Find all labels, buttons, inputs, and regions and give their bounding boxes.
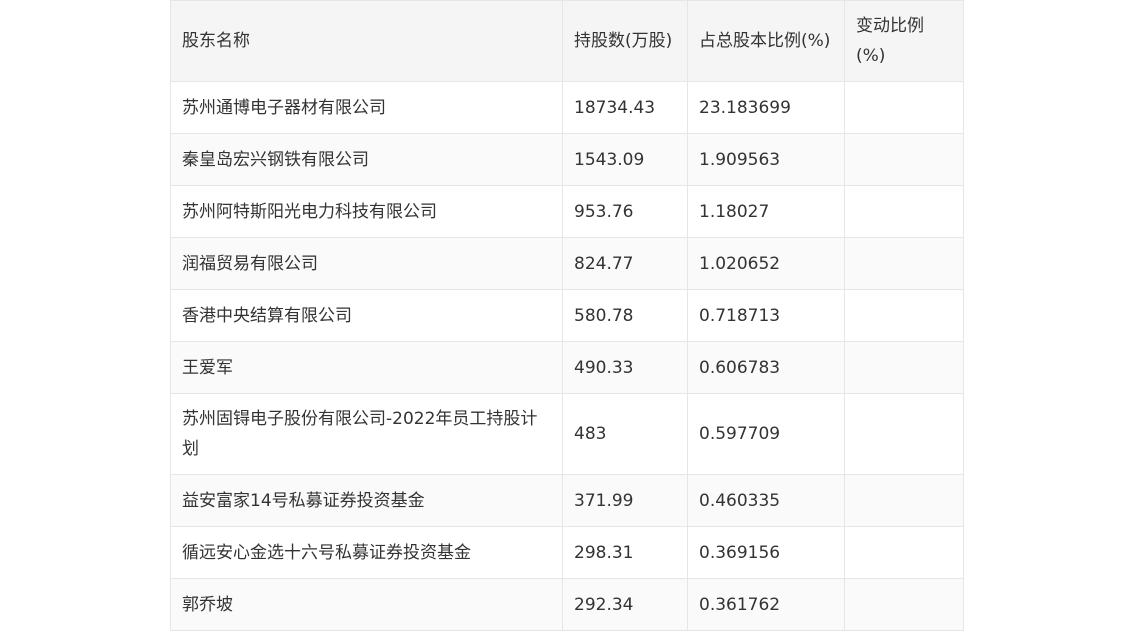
cell-shareholder-name: 香港中央结算有限公司: [170, 289, 563, 342]
header-share-ratio: 占总股本比例(%): [687, 0, 845, 82]
cell-shareholder-name: 苏州通博电子器材有限公司: [170, 81, 563, 134]
cell-change-ratio: [844, 393, 964, 475]
cell-share-ratio: 0.361762: [687, 578, 845, 631]
table-row: 王爱军 490.33 0.606783: [170, 341, 964, 394]
shareholder-table-container: 股东名称 持股数(万股) 占总股本比例(%) 变动比例(%) 苏州通博电子器材有…: [170, 0, 964, 631]
cell-shares-held: 298.31: [562, 526, 688, 579]
table-row: 益安富家14号私募证券投资基金 371.99 0.460335: [170, 474, 964, 527]
cell-share-ratio: 0.606783: [687, 341, 845, 394]
cell-share-ratio: 0.460335: [687, 474, 845, 527]
cell-shares-held: 824.77: [562, 237, 688, 290]
cell-shares-held: 490.33: [562, 341, 688, 394]
cell-shares-held: 18734.43: [562, 81, 688, 134]
cell-change-ratio: [844, 237, 964, 290]
cell-share-ratio: 0.718713: [687, 289, 845, 342]
table-row: 循远安心金选十六号私募证券投资基金 298.31 0.369156: [170, 526, 964, 579]
cell-share-ratio: 0.369156: [687, 526, 845, 579]
cell-change-ratio: [844, 526, 964, 579]
table-header-row: 股东名称 持股数(万股) 占总股本比例(%) 变动比例(%): [170, 0, 964, 82]
cell-shareholder-name: 益安富家14号私募证券投资基金: [170, 474, 563, 527]
cell-share-ratio: 0.597709: [687, 393, 845, 475]
table-row: 苏州通博电子器材有限公司 18734.43 23.183699: [170, 81, 964, 134]
header-shareholder-name: 股东名称: [170, 0, 563, 82]
table-row: 润福贸易有限公司 824.77 1.020652: [170, 237, 964, 290]
cell-share-ratio: 1.18027: [687, 185, 845, 238]
cell-shareholder-name: 郭乔坡: [170, 578, 563, 631]
table-row: 苏州固锝电子股份有限公司-2022年员工持股计划 483 0.597709: [170, 393, 964, 475]
cell-shares-held: 953.76: [562, 185, 688, 238]
cell-change-ratio: [844, 289, 964, 342]
cell-change-ratio: [844, 341, 964, 394]
table-row: 秦皇岛宏兴钢铁有限公司 1543.09 1.909563: [170, 133, 964, 186]
cell-share-ratio: 23.183699: [687, 81, 845, 134]
cell-shares-held: 580.78: [562, 289, 688, 342]
cell-shares-held: 1543.09: [562, 133, 688, 186]
cell-shares-held: 292.34: [562, 578, 688, 631]
header-change-ratio: 变动比例(%): [844, 0, 964, 82]
cell-change-ratio: [844, 133, 964, 186]
cell-shareholder-name: 苏州固锝电子股份有限公司-2022年员工持股计划: [170, 393, 563, 475]
table-row: 苏州阿特斯阳光电力科技有限公司 953.76 1.18027: [170, 185, 964, 238]
cell-shareholder-name: 循远安心金选十六号私募证券投资基金: [170, 526, 563, 579]
table-row: 香港中央结算有限公司 580.78 0.718713: [170, 289, 964, 342]
cell-shareholder-name: 苏州阿特斯阳光电力科技有限公司: [170, 185, 563, 238]
cell-shares-held: 371.99: [562, 474, 688, 527]
cell-share-ratio: 1.020652: [687, 237, 845, 290]
cell-shares-held: 483: [562, 393, 688, 475]
cell-shareholder-name: 秦皇岛宏兴钢铁有限公司: [170, 133, 563, 186]
cell-change-ratio: [844, 185, 964, 238]
table-row: 郭乔坡 292.34 0.361762: [170, 578, 964, 631]
cell-share-ratio: 1.909563: [687, 133, 845, 186]
header-shares-held: 持股数(万股): [562, 0, 688, 82]
cell-change-ratio: [844, 81, 964, 134]
cell-shareholder-name: 润福贸易有限公司: [170, 237, 563, 290]
cell-change-ratio: [844, 474, 964, 527]
cell-shareholder-name: 王爱军: [170, 341, 563, 394]
shareholder-table: 股东名称 持股数(万股) 占总股本比例(%) 变动比例(%) 苏州通博电子器材有…: [170, 0, 964, 631]
cell-change-ratio: [844, 578, 964, 631]
